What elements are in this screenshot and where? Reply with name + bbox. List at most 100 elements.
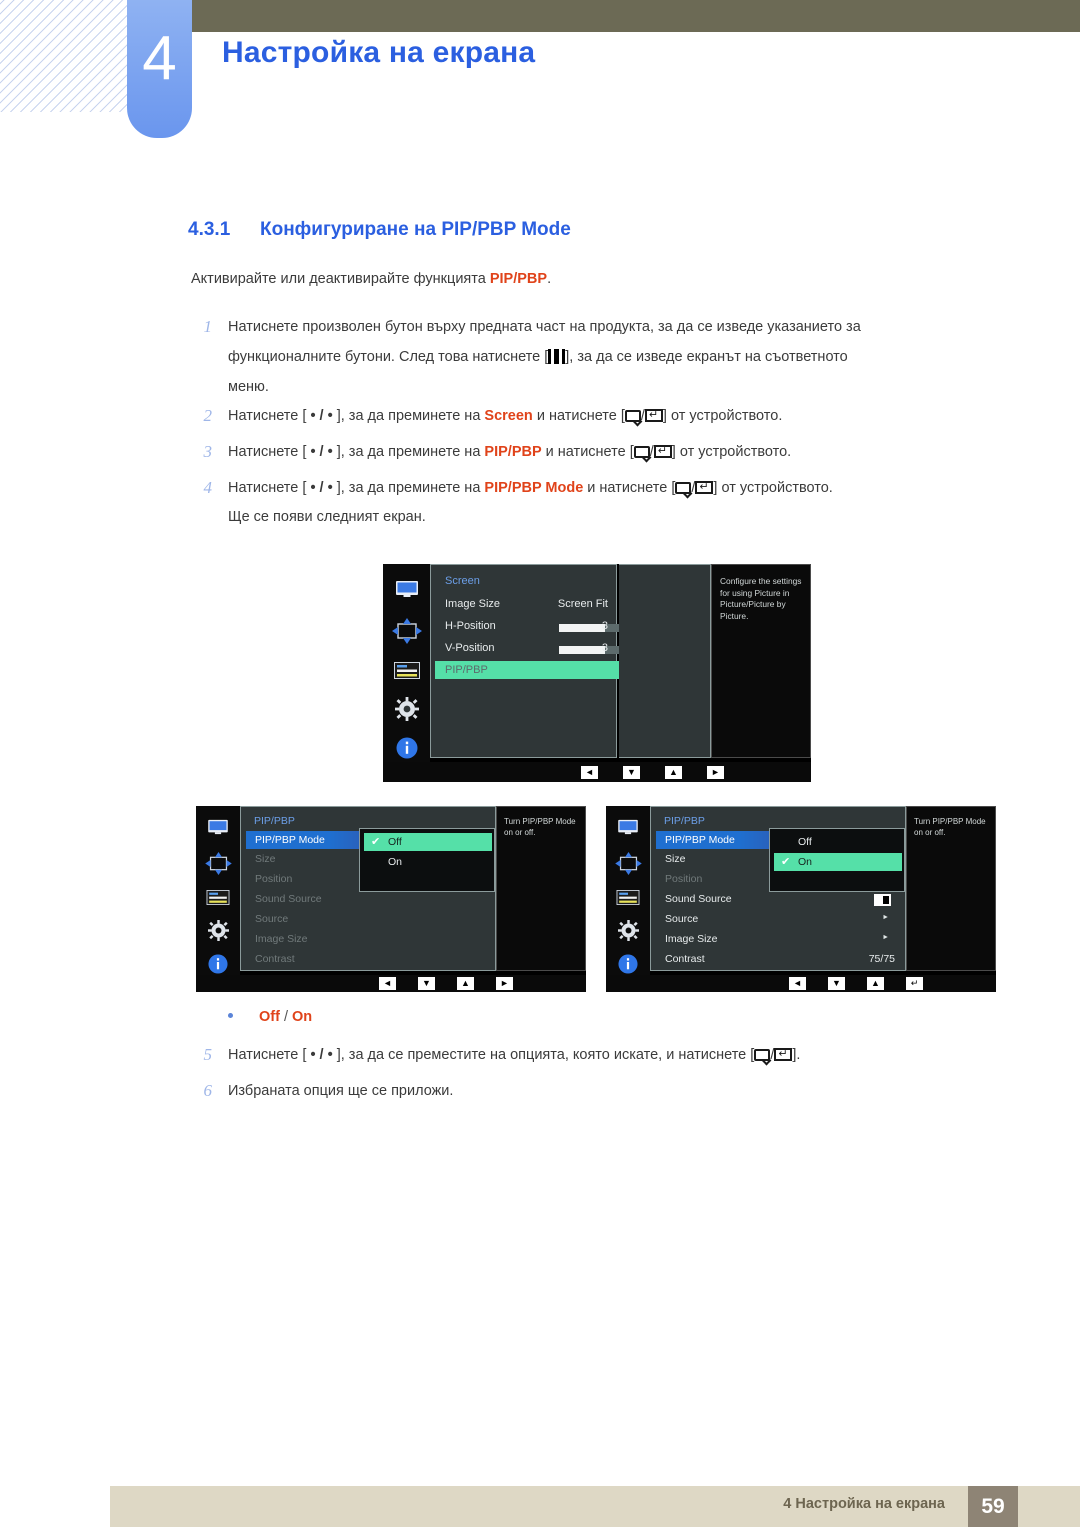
osd-row-image-size[interactable]: Image Size bbox=[665, 933, 718, 945]
nav-down-button[interactable]: ▼ bbox=[623, 765, 640, 779]
step-1-line-2: функционалните бутони. След това натисне… bbox=[228, 342, 1018, 372]
osd-row-label: Size bbox=[665, 853, 686, 865]
nav-right-button[interactable]: ► bbox=[496, 977, 513, 990]
nav-up-button[interactable]: ▲ bbox=[457, 977, 474, 990]
step-6-text: Избраната опция ще се приложи. bbox=[228, 1083, 454, 1099]
osd-row-size[interactable]: Size bbox=[255, 853, 275, 865]
step-1-line-2-pre: функционалните бутони. След това натисне… bbox=[228, 349, 549, 365]
chapter-title: Настройка на екрана bbox=[222, 36, 536, 69]
step-6-index: 6 bbox=[203, 1081, 213, 1100]
info-icon[interactable] bbox=[208, 954, 228, 974]
step-5-mid: ], за да се преместите на опцията, която… bbox=[332, 1047, 755, 1063]
updown-dots: • / • bbox=[310, 444, 333, 460]
osd-row-h-position-value: 3 bbox=[601, 620, 608, 632]
dropdown-option-on[interactable]: ✔ On bbox=[774, 853, 902, 871]
osd-row-image-size-value: Screen Fit bbox=[557, 598, 608, 610]
updown-dots: • / • bbox=[310, 408, 333, 424]
monitor-icon[interactable] bbox=[395, 580, 419, 598]
nav-up-button[interactable]: ▲ bbox=[867, 977, 884, 990]
enter-key-icon bbox=[774, 1048, 793, 1061]
lead-text-after: . bbox=[547, 271, 552, 287]
osd-row-source[interactable]: Source bbox=[255, 913, 288, 925]
osd-row-contrast[interactable]: Contrast bbox=[665, 953, 705, 965]
step-1-line-1: Натиснете произволен бутон върху преднат… bbox=[228, 319, 861, 335]
nav-left-button[interactable]: ◄ bbox=[789, 977, 806, 990]
chevron-right-icon: ► bbox=[882, 934, 889, 941]
osd-row-label: PIP/PBP Mode bbox=[665, 834, 735, 846]
step-2-pre: Натиснете [ bbox=[228, 408, 311, 424]
step-5: 5 Натиснете [ • / • ], за да се премести… bbox=[204, 1040, 1028, 1070]
position-arrows-icon[interactable] bbox=[204, 852, 232, 875]
osd-row-source[interactable]: Source bbox=[665, 913, 698, 925]
sound-source-toggle-icon[interactable] bbox=[874, 894, 891, 906]
osd-row-contrast[interactable]: Contrast bbox=[255, 953, 295, 965]
step-3-mid2: и натиснете [ bbox=[541, 444, 634, 460]
enter-key-icon bbox=[653, 445, 672, 458]
step-4-followup: Ще се появи следният екран. bbox=[228, 509, 426, 525]
osd-menu-panel: Screen Image Size Screen Fit H-Position … bbox=[430, 564, 741, 758]
osd-lines-icon[interactable] bbox=[616, 890, 640, 905]
nav-right-button[interactable]: ► bbox=[707, 765, 724, 779]
dropdown-option-label: Off bbox=[388, 836, 402, 848]
osd-lines-icon[interactable] bbox=[393, 662, 420, 679]
osd-row-v-position[interactable]: V-Position bbox=[445, 642, 495, 654]
nav-enter-button[interactable]: ↵ bbox=[906, 977, 923, 990]
osd-row-sound-source[interactable]: Sound Source bbox=[665, 893, 732, 905]
menu-key-icon bbox=[548, 349, 566, 364]
monitor-icon[interactable] bbox=[207, 819, 229, 835]
gear-icon[interactable] bbox=[207, 920, 229, 941]
source-key-icon bbox=[624, 410, 641, 422]
osd-row-position[interactable]: Position bbox=[255, 873, 292, 885]
osd-row-h-position[interactable]: H-Position bbox=[445, 620, 496, 632]
enter-key-icon bbox=[644, 409, 663, 422]
v-position-slider-fill bbox=[559, 646, 605, 654]
osd-row-label: Image Size bbox=[445, 598, 501, 610]
dropdown-option-off[interactable]: ✔ Off bbox=[364, 833, 492, 851]
step-4-post: ] от устройството. bbox=[713, 480, 833, 496]
osd-row-image-size[interactable]: Image Size bbox=[255, 933, 308, 945]
osd-screenshot-pippbp-on: PIP/PBP PIP/PBP Mode Size Position Sound… bbox=[606, 806, 996, 992]
osd-row-label: PIP/PBP Mode bbox=[255, 834, 325, 846]
step-4-pre: Натиснете [ bbox=[228, 480, 311, 496]
info-icon[interactable] bbox=[396, 737, 418, 759]
step-2-mid: ], за да преминете на bbox=[332, 408, 485, 424]
nav-up-button[interactable]: ▲ bbox=[665, 765, 682, 779]
step-6: 6 Избраната опция ще се приложи. bbox=[204, 1076, 1028, 1106]
position-arrows-icon[interactable] bbox=[391, 618, 422, 644]
osd-description-text: Turn PIP/PBP Mode on or off. bbox=[504, 817, 576, 837]
osd-lines-icon[interactable] bbox=[206, 890, 230, 905]
gear-icon[interactable] bbox=[394, 697, 419, 721]
osd-description-panel: Turn PIP/PBP Mode on or off. bbox=[906, 806, 996, 971]
dropdown-option-label: On bbox=[798, 856, 813, 868]
position-arrows-icon[interactable] bbox=[614, 852, 642, 875]
osd-menu-title: Screen bbox=[445, 575, 480, 587]
osd-row-sound-source[interactable]: Sound Source bbox=[255, 893, 322, 905]
section-heading: 4.3.1 Конфигуриране на PIP/PBP Mode bbox=[188, 219, 571, 241]
gear-icon[interactable] bbox=[617, 920, 639, 941]
pip-pbp-mode-dropdown: Off ✔ On bbox=[769, 828, 905, 892]
bullet-dot-icon bbox=[228, 1013, 233, 1018]
monitor-icon[interactable] bbox=[617, 819, 639, 835]
osd-menu-title: PIP/PBP bbox=[664, 815, 705, 827]
dropdown-option-on[interactable]: On bbox=[364, 853, 492, 871]
osd-row-size[interactable]: Size bbox=[665, 853, 685, 865]
dropdown-option-off[interactable]: Off bbox=[774, 833, 902, 851]
enter-key-icon bbox=[695, 481, 714, 494]
osd-row-v-position-value: 3 bbox=[601, 642, 608, 654]
header-bar bbox=[192, 0, 1080, 32]
lead-text-before: Активирайте или деактивирайте функцията bbox=[191, 271, 490, 287]
nav-down-button[interactable]: ▼ bbox=[418, 977, 435, 990]
nav-left-button[interactable]: ◄ bbox=[581, 765, 598, 779]
osd-row-label: Position bbox=[255, 873, 293, 885]
osd-row-label: Sound Source bbox=[255, 893, 322, 905]
osd-row-position[interactable]: Position bbox=[665, 873, 702, 885]
option-separator: / bbox=[283, 1009, 288, 1025]
nav-down-button[interactable]: ▼ bbox=[828, 977, 845, 990]
nav-left-button[interactable]: ◄ bbox=[379, 977, 396, 990]
osd-menu-title: PIP/PBP bbox=[254, 815, 295, 827]
osd-row-pip-pbp-mode[interactable]: PIP/PBP Mode bbox=[246, 831, 366, 849]
info-icon[interactable] bbox=[618, 954, 638, 974]
section-title: Конфигуриране на PIP/PBP Mode bbox=[260, 219, 571, 240]
osd-row-label: Position bbox=[665, 873, 703, 885]
osd-row-pip-pbp-mode[interactable]: PIP/PBP Mode bbox=[656, 831, 776, 849]
